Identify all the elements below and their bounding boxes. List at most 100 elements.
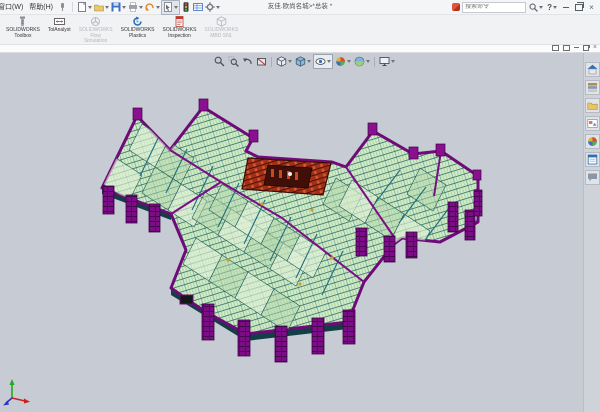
dropdown-caret-icon[interactable] <box>216 6 220 9</box>
search-icon <box>529 3 538 12</box>
undo-arrow-icon <box>145 2 155 12</box>
appearance-ball-icon <box>335 56 346 67</box>
options-button[interactable] <box>204 1 221 14</box>
addin-solidworks-plastics[interactable]: SOLIDWORKS Plastics <box>117 15 159 39</box>
form-icon <box>587 154 598 165</box>
dropdown-caret-icon[interactable] <box>347 60 351 63</box>
toolbar-separator <box>271 57 272 67</box>
zoom-to-area-button[interactable] <box>227 55 240 68</box>
restore-icon <box>575 4 583 11</box>
minimize-button[interactable] <box>560 2 571 13</box>
toolbox-bolt-icon <box>17 16 28 27</box>
rebuild-button[interactable] <box>180 1 192 14</box>
dropdown-caret-icon[interactable] <box>307 60 311 63</box>
file-explorer-tab[interactable] <box>585 98 600 113</box>
dropdown-caret-icon[interactable] <box>539 6 543 9</box>
close-button[interactable]: × <box>586 2 597 13</box>
dropdown-caret-icon[interactable] <box>327 60 331 63</box>
edit-appearance-button[interactable] <box>334 55 352 68</box>
chat-bubble-icon <box>587 172 598 183</box>
dropdown-caret-icon[interactable] <box>122 6 126 9</box>
search-button[interactable] <box>528 1 544 14</box>
graphics-viewport[interactable] <box>0 52 600 412</box>
print-icon <box>128 2 138 12</box>
addin-solidworks-mbd-snl[interactable]: SOLIDWORKS MBD SNL <box>200 15 242 39</box>
file-properties-icon <box>193 2 203 12</box>
select-page-icon <box>163 2 173 12</box>
dropdown-caret-icon[interactable] <box>391 60 395 63</box>
cascade-window-icon[interactable] <box>563 45 570 51</box>
dropdown-caret-icon[interactable] <box>88 6 92 9</box>
addin-label: Plastics <box>129 34 146 40</box>
zoom-to-fit-button[interactable] <box>213 55 226 68</box>
pin-icon[interactable] <box>59 3 66 11</box>
dropdown-caret-icon[interactable] <box>105 6 109 9</box>
model-3d-view[interactable] <box>0 52 584 412</box>
menu-window[interactable]: 窗口(W) <box>0 2 26 12</box>
titlebar-right-cluster: ? × <box>452 1 600 14</box>
apply-scene-button[interactable] <box>353 55 371 68</box>
dropdown-caret-icon[interactable] <box>139 6 143 9</box>
restore-button[interactable] <box>573 2 584 13</box>
title-bar: 窗口(W) 帮助(H) <box>0 0 600 15</box>
dropdown-caret-icon[interactable] <box>156 6 160 9</box>
books-icon <box>587 82 598 93</box>
view-settings-button[interactable] <box>378 55 396 68</box>
display-style-button[interactable] <box>294 55 312 68</box>
zoom-to-fit-icon <box>214 56 225 67</box>
eye-icon <box>315 56 326 67</box>
folder-icon <box>587 100 598 111</box>
dropdown-caret-icon[interactable] <box>174 6 178 9</box>
appearances-scenes-tab[interactable] <box>585 134 600 149</box>
task-pane-bar <box>583 52 600 412</box>
addin-solidworks-inspection[interactable]: SOLIDWORKS Inspection <box>159 15 201 39</box>
dropdown-caret-icon[interactable] <box>366 60 370 63</box>
hide-show-items-button[interactable] <box>313 54 333 69</box>
addin-label: Inspection <box>168 34 191 40</box>
file-properties-button[interactable] <box>192 1 204 14</box>
zoom-to-area-icon <box>228 56 239 67</box>
view-orientation-button[interactable] <box>275 55 293 68</box>
command-search-box[interactable] <box>462 2 526 13</box>
open-folder-icon <box>94 2 104 12</box>
view-palette-tab[interactable] <box>585 116 600 131</box>
tolanalyst-icon <box>54 16 65 27</box>
display-style-icon <box>295 56 306 67</box>
addin-tolanalyst[interactable]: TolAnalyst <box>44 15 75 34</box>
addin-solidworks-toolbox[interactable]: SOLIDWORKS Toolbox <box>2 15 44 39</box>
document-restore-icon[interactable] <box>583 45 589 51</box>
design-library-tab[interactable] <box>585 80 600 95</box>
help-button[interactable]: ? <box>546 1 558 14</box>
search-input[interactable] <box>465 4 523 10</box>
section-view-button[interactable] <box>255 55 268 68</box>
tile-window-icon[interactable] <box>552 45 559 51</box>
addin-label: MBD SNL <box>210 34 232 40</box>
dropdown-caret-icon[interactable] <box>553 6 557 9</box>
open-document-button[interactable] <box>93 1 110 14</box>
document-minimize-icon[interactable] <box>574 47 579 48</box>
new-document-button[interactable] <box>76 1 93 14</box>
addin-label: TolAnalyst <box>48 28 71 34</box>
document-close-icon[interactable]: × <box>593 44 597 51</box>
previous-view-button[interactable] <box>241 55 254 68</box>
command-manager-addins-toolbar: SOLIDWORKS Toolbox TolAnalyst SOLIDWORKS… <box>0 14 600 45</box>
inspection-icon <box>174 16 185 27</box>
addin-solidworks-flow-simulation[interactable]: SOLIDWORKS Flow Simulation <box>75 15 117 45</box>
dropdown-caret-icon[interactable] <box>288 60 292 63</box>
undo-button[interactable] <box>144 1 161 14</box>
solidworks-resources-tab[interactable] <box>585 62 600 77</box>
minimize-icon <box>563 7 569 8</box>
menu-help[interactable]: 帮助(H) <box>26 2 56 12</box>
new-document-icon <box>77 2 87 12</box>
save-floppy-icon <box>111 2 121 12</box>
solidworks-forum-tab[interactable] <box>585 170 600 185</box>
select-button[interactable] <box>161 0 180 15</box>
view-orientation-cube-icon <box>276 56 287 67</box>
print-button[interactable] <box>127 1 144 14</box>
red-core-formwork <box>242 158 331 195</box>
addin-label: Simulation <box>84 39 107 45</box>
save-button[interactable] <box>110 1 127 14</box>
custom-properties-tab[interactable] <box>585 152 600 167</box>
scene-ball-icon <box>354 56 365 67</box>
standard-toolbar <box>76 0 221 15</box>
